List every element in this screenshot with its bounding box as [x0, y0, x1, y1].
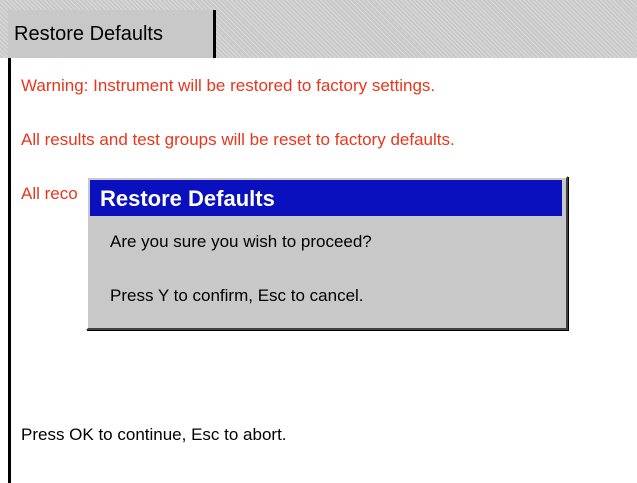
dialog-instructions: Press Y to confirm, Esc to cancel.: [110, 286, 364, 305]
warning-records-partial: All reco: [21, 184, 78, 203]
tab-restore-defaults[interactable]: Restore Defaults: [8, 10, 216, 58]
dialog-titlebar: Restore Defaults: [90, 180, 562, 216]
dialog-question: Are you sure you wish to proceed?: [110, 232, 372, 251]
warning-results-reset: All results and test groups will be rese…: [21, 130, 455, 149]
dialog-title: Restore Defaults: [100, 186, 275, 211]
continue-instructions: Press OK to continue, Esc to abort.: [21, 425, 287, 444]
restore-defaults-dialog[interactable]: Restore Defaults Are you sure you wish t…: [86, 176, 568, 330]
tab-label: Restore Defaults: [14, 23, 163, 45]
title-strip: Restore Defaults: [0, 0, 637, 58]
warning-factory-settings: Warning: Instrument will be restored to …: [21, 76, 436, 95]
